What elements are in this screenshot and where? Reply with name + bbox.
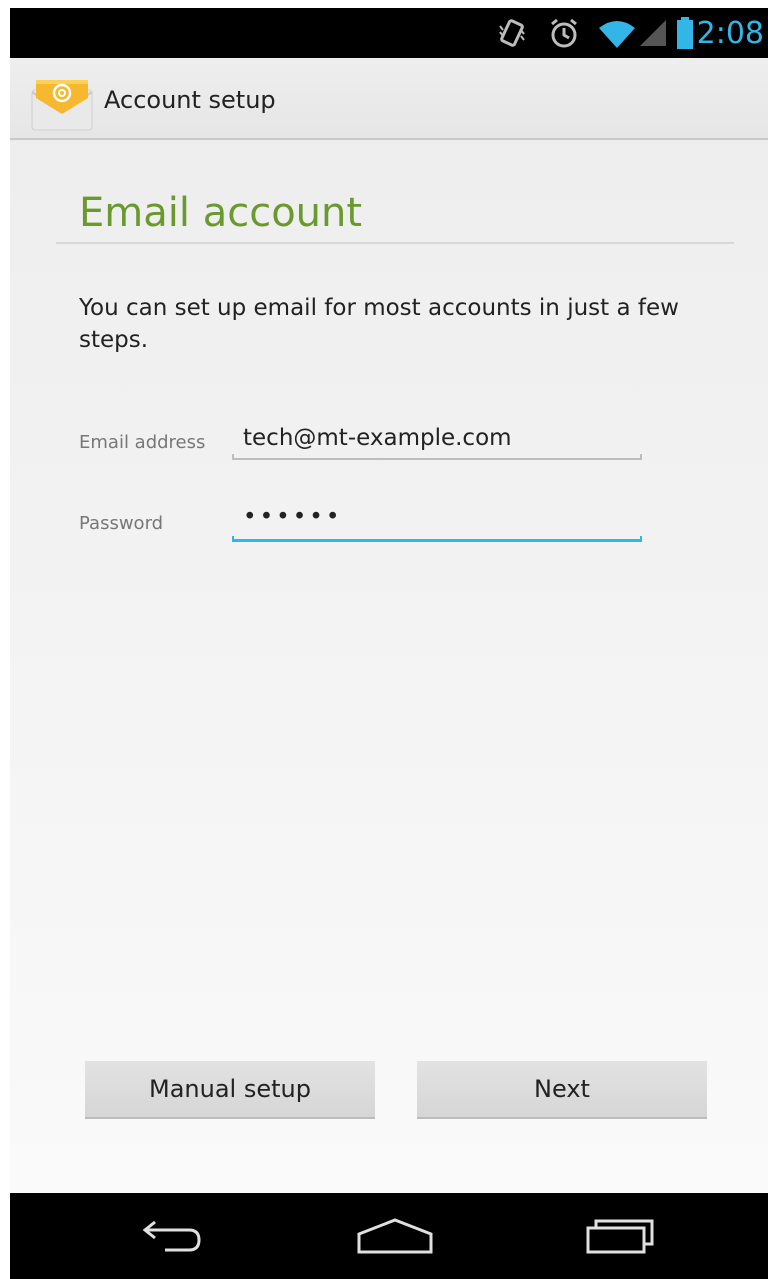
action-bar: Account setup — [10, 58, 768, 140]
status-time: 2:08 — [696, 16, 764, 51]
password-field-underline — [232, 536, 642, 542]
manual-setup-button[interactable]: Manual setup — [85, 1061, 375, 1119]
email-field[interactable]: tech@mt-example.com — [243, 425, 512, 451]
device-screen: 2:08 Account setup Email account You can… — [10, 8, 768, 1279]
title-divider — [56, 242, 734, 244]
page-title: Email account — [79, 190, 363, 236]
status-bar: 2:08 — [10, 8, 768, 58]
back-icon[interactable] — [110, 1193, 230, 1279]
password-field[interactable]: •••••• — [243, 504, 342, 530]
intro-text: You can set up email for most accounts i… — [79, 295, 679, 353]
battery-icon — [670, 8, 700, 58]
action-bar-title: Account setup — [104, 86, 276, 114]
signal-icon — [638, 8, 668, 58]
wifi-icon — [594, 8, 640, 58]
setup-form: Email account You can set up email for m… — [10, 142, 768, 1193]
email-app-icon[interactable] — [30, 76, 94, 132]
password-label: Password — [79, 513, 164, 534]
alarm-icon — [544, 8, 584, 58]
home-icon[interactable] — [335, 1193, 455, 1279]
next-button[interactable]: Next — [417, 1061, 707, 1119]
navigation-bar — [10, 1193, 768, 1279]
vibrate-icon — [492, 8, 532, 58]
email-field-underline — [232, 454, 642, 460]
recent-apps-icon[interactable] — [560, 1193, 680, 1279]
email-label: Email address — [79, 432, 206, 453]
